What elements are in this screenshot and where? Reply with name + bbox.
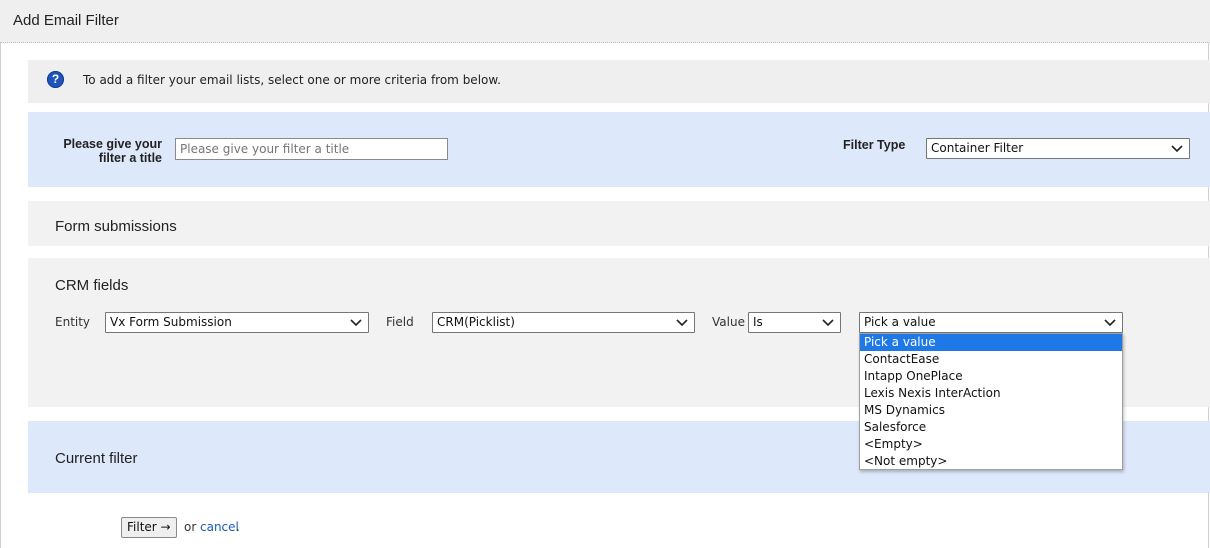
filter-type-value: Container Filter bbox=[931, 141, 1024, 155]
trailing-period: . bbox=[236, 520, 240, 534]
field-value: CRM(Picklist) bbox=[437, 315, 515, 329]
field-label: Field bbox=[386, 315, 414, 329]
chevron-down-icon bbox=[350, 319, 362, 327]
or-text: or bbox=[184, 520, 197, 534]
entity-select[interactable]: Vx Form Submission bbox=[105, 312, 369, 333]
form-submissions-section: Form submissions bbox=[28, 201, 1210, 246]
filter-title-input[interactable] bbox=[175, 138, 448, 160]
form-submissions-heading: Form submissions bbox=[55, 218, 177, 235]
entity-label: Entity bbox=[55, 315, 91, 329]
chevron-down-icon bbox=[822, 319, 834, 327]
dropdown-option[interactable]: <Empty> bbox=[860, 436, 1122, 453]
current-filter-heading: Current filter bbox=[55, 450, 138, 467]
value-dropdown-list: Pick a value ContactEase Intapp OnePlace… bbox=[859, 333, 1123, 470]
dropdown-option[interactable]: Lexis Nexis InterAction bbox=[860, 385, 1122, 402]
help-icon: ? bbox=[47, 71, 64, 88]
filter-title-label-line1: Please give your bbox=[63, 137, 162, 151]
chevron-down-icon bbox=[1171, 145, 1183, 153]
dropdown-option[interactable]: MS Dynamics bbox=[860, 402, 1122, 419]
dropdown-option[interactable]: Intapp OnePlace bbox=[860, 368, 1122, 385]
operator-value: Is bbox=[753, 315, 763, 329]
info-banner: ? To add a filter your email lists, sele… bbox=[28, 60, 1210, 103]
chevron-down-icon bbox=[676, 319, 688, 327]
filter-title-panel: Please give your filter a title Filter T… bbox=[28, 112, 1210, 187]
filter-title-label: Please give your filter a title bbox=[48, 137, 162, 165]
cancel-link[interactable]: cancel bbox=[200, 520, 239, 534]
filter-title-label-line2: filter a title bbox=[98, 151, 162, 165]
filter-type-label: Filter Type bbox=[843, 138, 906, 152]
filter-button[interactable]: Filter → bbox=[121, 517, 177, 538]
value-select-value: Pick a value bbox=[864, 315, 936, 329]
dialog-titlebar: Add Email Filter bbox=[0, 0, 1210, 43]
crm-fields-heading: CRM fields bbox=[55, 277, 129, 294]
dropdown-option[interactable]: Pick a value bbox=[860, 334, 1122, 351]
field-select[interactable]: CRM(Picklist) bbox=[432, 312, 695, 333]
dropdown-option[interactable]: <Not empty> bbox=[860, 453, 1122, 470]
operator-select[interactable]: Is bbox=[748, 312, 841, 333]
chevron-down-icon bbox=[1104, 319, 1116, 327]
dialog-title: Add Email Filter bbox=[13, 12, 119, 29]
value-select[interactable]: Pick a value bbox=[859, 312, 1123, 333]
info-message: To add a filter your email lists, select… bbox=[83, 73, 501, 87]
value-label: Value bbox=[712, 315, 745, 329]
entity-value: Vx Form Submission bbox=[110, 315, 232, 329]
dropdown-option[interactable]: Salesforce bbox=[860, 419, 1122, 436]
dropdown-option[interactable]: ContactEase bbox=[860, 351, 1122, 368]
filter-type-select[interactable]: Container Filter bbox=[926, 138, 1190, 159]
